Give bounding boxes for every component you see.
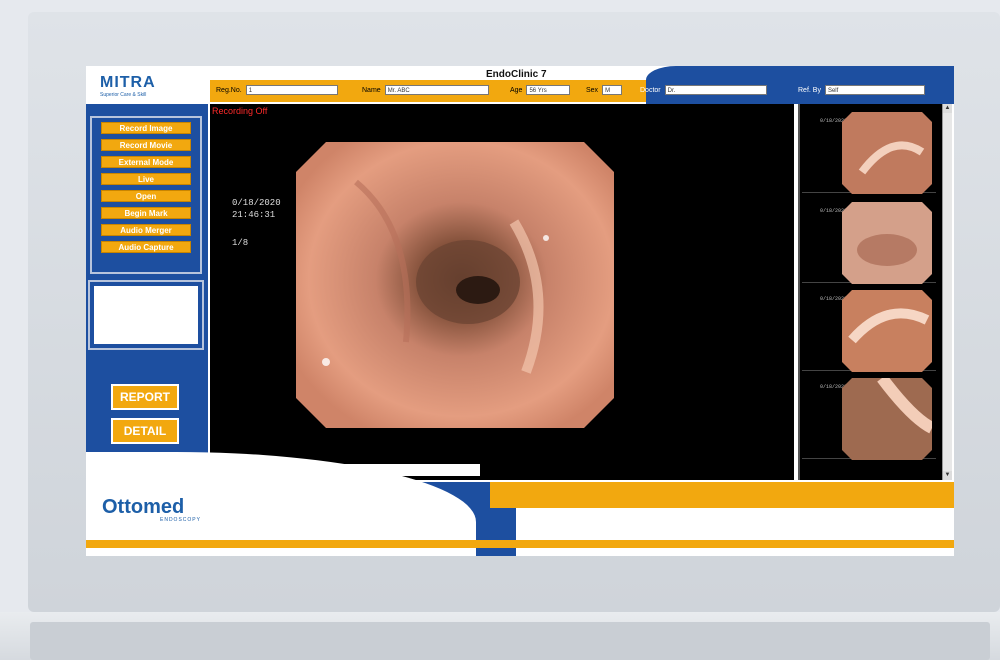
capture-menu: Record Image Record Movie External Mode … xyxy=(90,116,202,274)
reg-no-field-group: Reg.No. 1 xyxy=(216,84,338,96)
monitor-stand xyxy=(0,612,1000,660)
scroll-down-arrow-icon[interactable]: ▼ xyxy=(943,471,952,480)
live-video-view[interactable]: Recording Off 0/18/2020 21:46:31 1/8 xyxy=(210,104,794,480)
name-field-group: Name Mr. ABC xyxy=(362,84,489,96)
ref-by-input[interactable]: Self xyxy=(824,85,925,95)
video-frame-index: 1/8 xyxy=(232,238,249,248)
ottomed-logo: Ottomed xyxy=(102,496,185,518)
thumbnail-strip: 0/18/2020 21:45:02 1/8 0/18/2020 21:45:2… xyxy=(798,104,942,480)
ref-by-field-group: Ref. By Self xyxy=(798,84,925,96)
footer-yellow-band xyxy=(490,482,954,508)
doctor-input[interactable]: Dr. xyxy=(664,85,767,95)
mitra-logo: MITRA Superior Care & Skill xyxy=(86,66,210,104)
detail-button[interactable]: DETAIL xyxy=(111,418,179,444)
window-title: EndoClinic 7 xyxy=(486,69,547,80)
age-field-group: Age 56 Yrs xyxy=(510,84,571,96)
video-date: 0/18/2020 xyxy=(232,198,281,208)
preview-box-frame xyxy=(88,280,204,350)
video-time: 21:46:31 xyxy=(232,210,276,220)
ottomed-logo-subtitle: ENDOSCOPY xyxy=(160,517,201,523)
thumbnail-scrollbar[interactable]: ▲ ▼ xyxy=(942,104,952,480)
preview-box xyxy=(94,286,198,344)
record-image-button[interactable]: Record Image xyxy=(101,122,191,134)
name-input[interactable]: Mr. ABC xyxy=(384,85,489,95)
endoscope-image xyxy=(296,142,614,428)
footer-yellow-line xyxy=(86,540,954,548)
reg-no-label: Reg.No. xyxy=(216,86,242,94)
sex-label: Sex xyxy=(586,86,599,94)
scroll-up-arrow-icon[interactable]: ▲ xyxy=(943,104,952,113)
thumbnail-3[interactable]: 0/18/2020 21:45:44 1/8 xyxy=(802,288,936,372)
mitra-logo-text: MITRA xyxy=(100,74,156,91)
thumbnail-2[interactable]: 0/18/2020 21:45:20 1/8 xyxy=(802,200,936,284)
audio-merger-button[interactable]: Audio Merger xyxy=(101,224,191,236)
age-label: Age xyxy=(510,86,523,94)
sex-field-group: Sex M xyxy=(586,84,623,96)
thumbnail-4[interactable]: 0/18/2020 21:46:05 1/8 xyxy=(802,376,936,460)
sex-input[interactable]: M xyxy=(602,85,623,95)
thumbnail-1[interactable]: 0/18/2020 21:45:02 1/8 xyxy=(802,110,936,194)
app-window: MITRA Superior Care & Skill EndoClinic 7… xyxy=(86,66,954,556)
live-button[interactable]: Live xyxy=(101,173,191,185)
record-movie-button[interactable]: Record Movie xyxy=(101,139,191,151)
ref-by-label: Ref. By xyxy=(798,86,821,94)
audio-capture-button[interactable]: Audio Capture xyxy=(101,241,191,253)
mitra-logo-tagline: Superior Care & Skill xyxy=(100,92,147,98)
open-button[interactable]: Open xyxy=(101,190,191,202)
doctor-label: Doctor xyxy=(640,86,661,94)
doctor-field-group: Doctor Dr. xyxy=(640,84,767,96)
external-mode-button[interactable]: External Mode xyxy=(101,156,191,168)
name-label: Name xyxy=(362,86,381,94)
age-input[interactable]: 56 Yrs xyxy=(526,85,571,95)
begin-mark-button[interactable]: Begin Mark xyxy=(101,207,191,219)
reg-no-input[interactable]: 1 xyxy=(245,85,338,95)
report-button[interactable]: REPORT xyxy=(111,384,179,410)
recording-status: Recording Off xyxy=(212,106,268,116)
